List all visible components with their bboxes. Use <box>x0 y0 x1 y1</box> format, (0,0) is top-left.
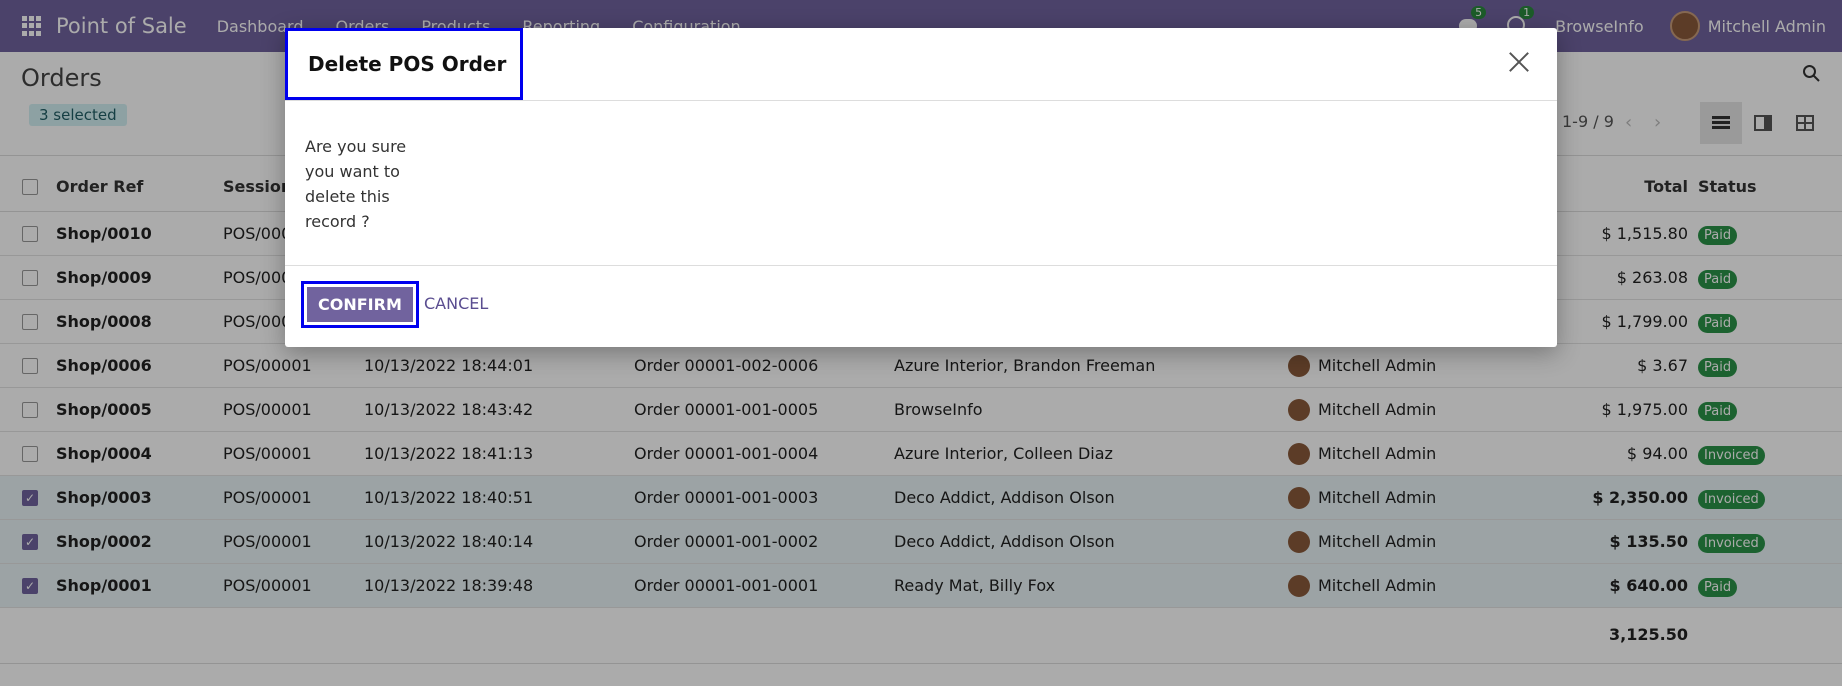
delete-dialog: Delete POS Order Are you sure you want t… <box>285 28 1557 347</box>
confirm-button[interactable]: CONFIRM <box>301 281 419 328</box>
dialog-footer: CONFIRM CANCEL <box>285 266 1557 346</box>
close-icon[interactable] <box>1507 50 1531 74</box>
dialog-title: Delete POS Order <box>285 28 524 100</box>
cancel-button[interactable]: CANCEL <box>424 294 488 313</box>
dialog-body: Are you sure you want to delete this rec… <box>285 101 1557 266</box>
dialog-header: Delete POS Order <box>285 28 1557 101</box>
dialog-message: Are you sure you want to delete this rec… <box>305 137 407 231</box>
